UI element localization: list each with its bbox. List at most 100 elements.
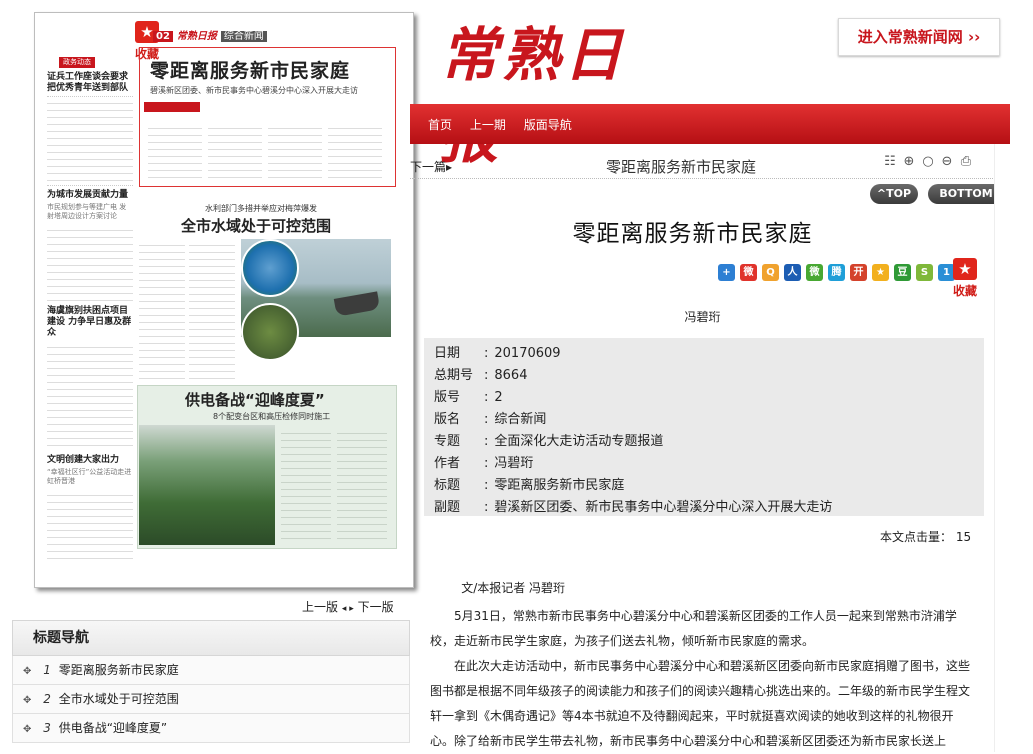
next-page-link[interactable]: 下一版	[358, 600, 394, 614]
page-pager: 上一版 ◂ ▸ 下一版	[302, 598, 394, 615]
meta-value: 全面深化大走访活动专题报道	[494, 434, 664, 449]
zoom-reset-icon[interactable]: ○	[920, 154, 936, 170]
share-more-icon[interactable]: +	[718, 264, 735, 281]
share-qzone-icon[interactable]: Q	[762, 264, 779, 281]
section-name: 综合新闻	[220, 31, 267, 42]
click-count: 本文点击量： 15	[880, 528, 971, 545]
title-nav-item[interactable]: ✥ 2 全市水域处于可控范围	[12, 685, 410, 714]
site-logo[interactable]: 常熟日报	[440, 14, 680, 171]
move-icon: ✥	[23, 666, 32, 677]
next-article-link[interactable]: 下一篇▸	[410, 158, 452, 175]
filler-text	[148, 122, 386, 180]
meta-row-section: 版名: 综合新闻	[434, 408, 546, 427]
meta-value: 零距离服务新市民家庭	[494, 478, 625, 493]
paragraph: 5月31日，常熟市新市民事务中心碧溪分中心和碧溪新区团委的工作人员一起来到常熟市…	[430, 609, 957, 648]
double-chevron-icon: ››	[967, 28, 981, 46]
item-number: 1	[43, 663, 51, 677]
meta-row-date: 日期:20170609	[434, 342, 561, 361]
inset-photo-2	[241, 303, 299, 361]
item-title: 零距离服务新市民家庭	[58, 663, 179, 677]
item-number: 2	[43, 692, 51, 706]
title-nav-item[interactable]: ✥ 3 供电备战“迎峰度夏”	[12, 714, 410, 743]
meta-row-page: 版号:2	[434, 386, 503, 405]
share-douban-icon[interactable]: 豆	[894, 264, 911, 281]
nav-previous-issue[interactable]: 上一期	[470, 118, 506, 132]
meta-key: 标题	[434, 478, 461, 493]
filler-text	[47, 341, 133, 451]
zoom-in-icon[interactable]: ⊕	[901, 154, 917, 170]
filler-text	[47, 224, 133, 302]
item-title: 全市水域处于可控范围	[58, 692, 179, 706]
newspaper-page-thumbnail[interactable]: ★ 收藏 02 常熟日报 综合新闻 政务动态 证兵工作座谈会要求 把优秀青年送到部队…	[34, 12, 414, 588]
article-meta-box: 日期:20170609 总期号:8664 版号:2 版名: 综合新闻 专题: 全面深…	[424, 338, 984, 516]
scroll-top-button[interactable]: ^TOP	[870, 184, 918, 204]
power-line-photo	[139, 425, 275, 545]
title-navigation: 标题导航 ✥ 1 零距离服务新市民家庭 ✥ 2 全市水域处于可控范围 ✥ 3 供…	[12, 620, 410, 743]
meta-key: 版号	[434, 390, 461, 405]
bookmark-button[interactable]: ★ 收藏	[950, 258, 980, 299]
pager-arrows-icon: ◂ ▸	[341, 604, 354, 614]
paragraph: 在此次大走访活动中，新市民事务中心碧溪分中心和碧溪新区团委向新市民家庭捐赠了图书…	[430, 659, 971, 748]
meta-value: 冯碧珩	[494, 456, 534, 471]
left-subhead-4: “幸福社区行”公益活动走进虹桥晋港	[47, 468, 132, 485]
column-tag: 政务动态	[59, 57, 95, 68]
meta-value: 综合新闻	[494, 412, 547, 427]
share-sohu-icon[interactable]: S	[916, 264, 933, 281]
click-count-label: 本文点击量：	[880, 530, 953, 544]
story-2-kicker: 水利部门多措并举应对梅萍爆发	[205, 204, 317, 213]
story-2-title[interactable]: 全市水域处于可控范围	[181, 215, 331, 236]
left-headline-3[interactable]: 海虞旗别扶困点项目建设 力争早日惠及群众	[47, 306, 133, 339]
paper-logo: 常熟日报	[176, 31, 217, 42]
meta-key: 总期号	[434, 368, 474, 383]
left-headline-2[interactable]: 为城市发展贡献力量	[47, 190, 133, 201]
page-header: 02 常熟日报 综合新闻	[153, 27, 267, 42]
page-number: 02	[153, 31, 173, 42]
share-bar: + 微 Q 人微腾开 ★ 豆 S 1	[718, 264, 960, 281]
nav-home[interactable]: 首页	[428, 118, 452, 132]
zoom-out-icon[interactable]: ⊖	[939, 154, 955, 170]
left-headline-4[interactable]: 文明创建大家出力	[47, 455, 133, 466]
enter-news-site-button[interactable]: 进入常熟新闻网 ››	[838, 18, 1000, 56]
print-icon[interactable]: ⎙	[958, 154, 974, 170]
article-bar-title: 零距离服务新市民家庭	[606, 158, 757, 176]
prev-page-link[interactable]: 上一版	[302, 600, 338, 614]
filler-text	[281, 427, 389, 545]
move-icon: ✥	[23, 724, 32, 735]
story-1-title: 零距离服务新市民家庭	[150, 60, 351, 82]
share-tqq-icon[interactable]: 腾	[828, 264, 845, 281]
filler-text	[47, 96, 133, 186]
filler-text	[47, 489, 133, 559]
share-kaixin-icon[interactable]: 开	[850, 264, 867, 281]
nav-page-navigation[interactable]: 版面导航	[524, 118, 572, 132]
left-headline-1[interactable]: 证兵工作座谈会要求 把优秀青年送到部队	[47, 72, 133, 94]
meta-row-subtitle: 副题: 碧溪新区团委、新市民事务中心碧溪分中心深入开展大走访	[434, 496, 832, 515]
meta-key: 版名	[434, 412, 461, 427]
meta-key: 副题	[434, 500, 461, 515]
share-weibo-icon[interactable]: 微	[740, 264, 757, 281]
filler-text	[139, 239, 235, 379]
article-author: 冯碧珩	[684, 310, 721, 324]
story-1-hotspot[interactable]: 零距离服务新市民家庭 碧溪新区团委、新市民事务中心碧溪分中心深入开展大走访	[139, 47, 396, 187]
left-column: 政务动态 证兵工作座谈会要求 把优秀青年送到部队 为城市发展贡献力量 市民规划参…	[47, 57, 133, 559]
story-3-title: 供电备战“迎峰度夏”	[185, 391, 325, 409]
inset-photo-1	[241, 239, 299, 297]
enter-site-label: 进入常熟新闻网	[857, 28, 963, 46]
meta-value: 2	[494, 390, 503, 405]
bookmark-label: 收藏	[952, 284, 977, 298]
share-renren-icon[interactable]: 人	[784, 264, 801, 281]
meta-key: 作者	[434, 456, 461, 471]
share-favorite-icon[interactable]: ★	[872, 264, 889, 281]
title-nav-item[interactable]: ✥ 1 零距离服务新市民家庭	[12, 656, 410, 685]
scroll-bottom-button[interactable]: BOTTOM	[928, 184, 1004, 204]
list-icon[interactable]: ☷	[882, 154, 898, 170]
share-wechat-icon[interactable]: 微	[806, 264, 823, 281]
story-3-subtitle: 8个配变台区和高压检修同时施工	[213, 412, 331, 421]
top-nav-bar: 首页 上一期 版面导航	[410, 104, 1010, 144]
newspaper-panel: ★ 收藏 02 常熟日报 综合新闻 政务动态 证兵工作座谈会要求 把优秀青年送到部队…	[12, 6, 414, 596]
article-body: 文/本报记者 冯碧珩 5月31日，常熟市新市民事务中心碧溪分中心和碧溪新区团委的…	[430, 576, 976, 754]
story-1-subtitle: 碧溪新区团委、新市民事务中心碧溪分中心深入开展大走访	[150, 86, 358, 95]
meta-row-author: 作者: 冯碧珩	[434, 452, 533, 471]
page-edge	[994, 144, 1012, 752]
meta-row-title: 标题: 零距离服务新市民家庭	[434, 474, 624, 493]
meta-value: 碧溪新区团委、新市民事务中心碧溪分中心深入开展大走访	[494, 500, 833, 515]
